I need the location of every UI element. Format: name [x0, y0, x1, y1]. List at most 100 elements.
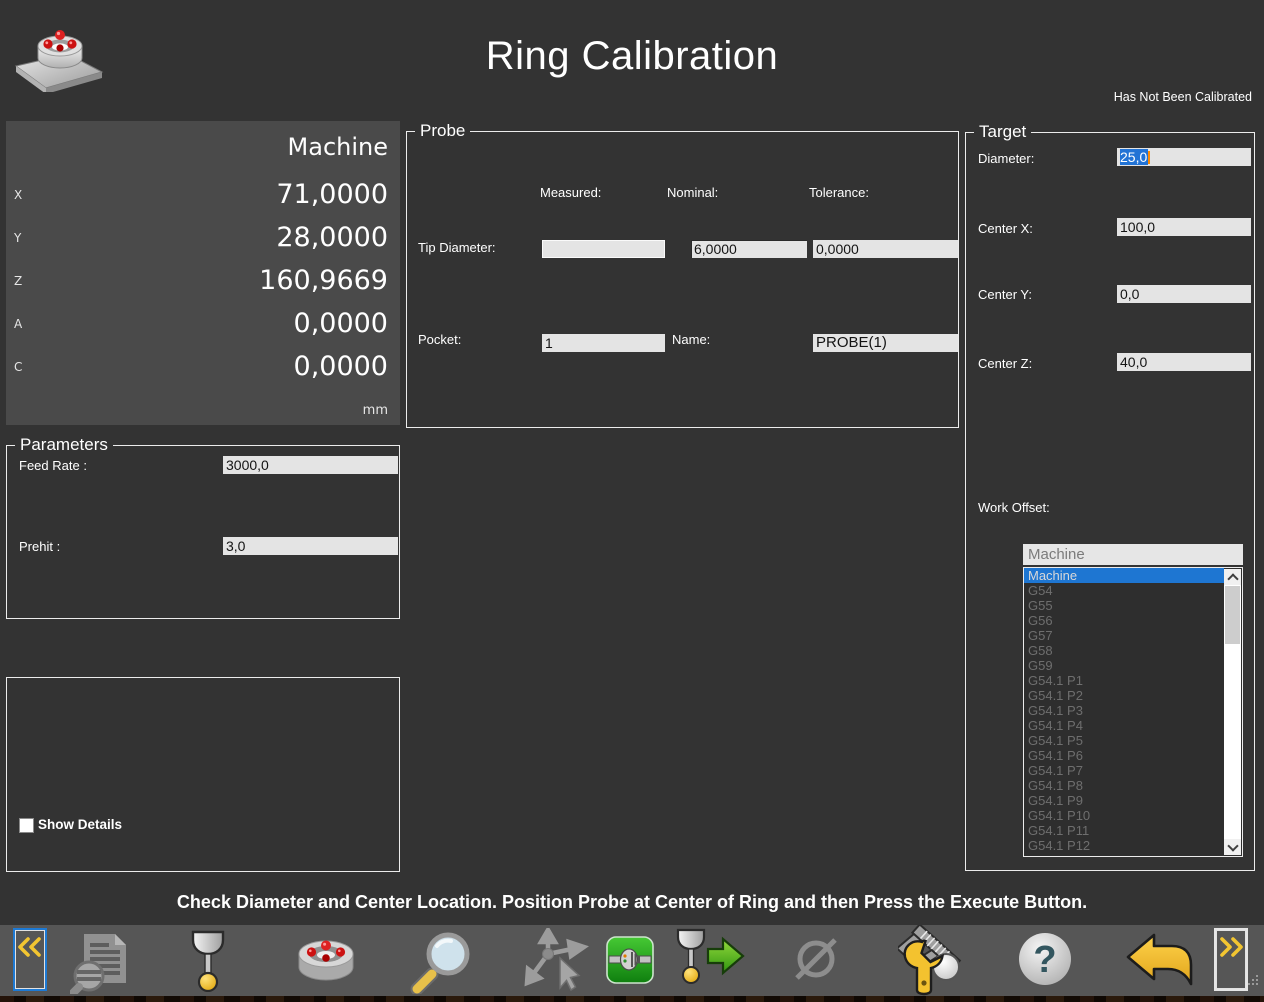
work-offset-option[interactable]: G54.1 P5 [1024, 733, 1224, 748]
document-search-icon [70, 932, 130, 994]
back-arrow-icon [1124, 931, 1194, 987]
axis-label: X [14, 188, 22, 202]
work-offset-option[interactable]: G54.1 P1 [1024, 673, 1224, 688]
ring-calibration-window: Ring Calibration Has Not Been Calibrated… [0, 0, 1264, 1002]
scroll-down-icon[interactable] [1224, 839, 1241, 855]
work-offset-option[interactable]: G54.1 P10 [1024, 808, 1224, 823]
work-offset-option[interactable]: G54.1 P3 [1024, 703, 1224, 718]
dro-axis-list: X 71,0000 Y 28,0000 Z 160,9669 A 0,0000 [6, 173, 400, 388]
report-view-button[interactable] [70, 932, 130, 999]
center-z-field[interactable]: 40,0 [1117, 353, 1251, 371]
work-offset-option[interactable]: G55 [1024, 598, 1224, 613]
probe-group: Probe Measured: Nominal: Tolerance: Tip … [406, 131, 959, 428]
desktop-strip [0, 996, 1264, 1002]
work-offset-option[interactable]: G58 [1024, 643, 1224, 658]
tip-diameter-nominal-field[interactable]: 6,0000 [691, 240, 807, 258]
dro-axis-row: C 0,0000 [6, 345, 400, 388]
work-offset-option[interactable]: G54.1 P4 [1024, 718, 1224, 733]
tip-diameter-tolerance-field[interactable]: 0,0000 [813, 240, 958, 258]
scrollbar-thumb[interactable] [1225, 586, 1240, 644]
details-panel: Show Details [6, 677, 400, 872]
help-button[interactable]: ? [1016, 930, 1074, 993]
work-offset-option[interactable]: G54.1 P8 [1024, 778, 1224, 793]
diameter-symbol-button[interactable] [788, 928, 846, 991]
touch-probe-icon [186, 930, 230, 992]
center-y-field[interactable]: 0,0 [1117, 285, 1251, 303]
work-offset-option[interactable]: Machine [1024, 568, 1224, 583]
page-previous-button[interactable] [13, 928, 47, 991]
diameter-symbol-icon [788, 928, 846, 986]
connector-plug-icon [606, 936, 654, 984]
prehit-label: Prehit : [19, 539, 60, 554]
probe-deploy-button[interactable] [672, 928, 746, 995]
calibration-status-text: Has Not Been Calibrated [1114, 90, 1252, 104]
work-offset-scrollbar[interactable] [1224, 569, 1241, 855]
dro-coordinate-system: Machine [6, 121, 400, 161]
work-offset-option[interactable]: G54 [1024, 583, 1224, 598]
jog-arrows-icon [520, 928, 590, 992]
dro-axis-row: Z 160,9669 [6, 259, 400, 302]
status-message: Check Diameter and Center Location. Posi… [0, 892, 1264, 913]
zoom-search-button[interactable] [410, 928, 474, 999]
probe-button[interactable] [186, 930, 230, 997]
work-offset-option[interactable]: G54.1 P7 [1024, 763, 1224, 778]
double-chevron-right-icon [1218, 937, 1244, 957]
probe-name-label: Name: [672, 332, 710, 347]
tolerance-column-header: Tolerance: [809, 185, 869, 200]
tool-setter-button[interactable] [898, 925, 972, 1001]
work-offset-label: Work Offset: [978, 500, 1050, 515]
ring-gauge-icon [295, 934, 357, 988]
axis-value: 0,0000 [294, 308, 388, 339]
dro-axis-row: A 0,0000 [6, 302, 400, 345]
axis-value: 71,0000 [276, 179, 388, 210]
selected-text: 25,0 [1120, 149, 1148, 165]
work-offset-option[interactable]: G54.1 P2 [1024, 688, 1224, 703]
probe-connect-button[interactable] [606, 936, 654, 989]
double-chevron-left-icon [17, 937, 43, 957]
page-title: Ring Calibration [0, 34, 1264, 79]
diameter-label: Diameter: [978, 151, 1034, 166]
page-next-button[interactable] [1214, 928, 1248, 991]
work-offset-combo[interactable]: Machine [1023, 544, 1243, 565]
work-offset-option[interactable]: G56 [1024, 613, 1224, 628]
back-button[interactable] [1124, 931, 1194, 992]
scroll-up-icon[interactable] [1224, 569, 1241, 585]
probe-name-field[interactable]: PROBE(1) [813, 334, 958, 352]
text-caret [1148, 151, 1150, 164]
work-offset-option[interactable]: G54.1 P6 [1024, 748, 1224, 763]
prehit-field[interactable]: 3,0 [223, 537, 398, 555]
pocket-field[interactable]: 1 [542, 334, 665, 352]
toolbar: ? [0, 925, 1264, 996]
tip-diameter-measured-field[interactable] [542, 240, 665, 258]
center-x-field[interactable]: 100,0 [1117, 218, 1251, 236]
dro-axis-row: Y 28,0000 [6, 216, 400, 259]
axis-label: Z [14, 274, 22, 288]
jog-axes-button[interactable] [520, 928, 590, 997]
question-mark-icon: ? [1016, 930, 1074, 988]
feed-rate-field[interactable]: 3000,0 [223, 456, 398, 474]
axis-value: 0,0000 [294, 351, 388, 382]
measured-column-header: Measured: [540, 185, 601, 200]
show-details-checkbox[interactable] [19, 818, 34, 833]
dro-panel: Machine X 71,0000 Y 28,0000 Z 160,9669 [6, 121, 400, 425]
nominal-column-header: Nominal: [667, 185, 718, 200]
parameters-group: Parameters Feed Rate : 3000,0 Prehit : 3… [6, 445, 400, 619]
work-offset-option[interactable]: G54.1 P9 [1024, 793, 1224, 808]
diameter-field[interactable]: 25,0 [1117, 148, 1251, 166]
work-offset-option[interactable]: G59 [1024, 658, 1224, 673]
target-group-title: Target [974, 122, 1031, 142]
axis-label: C [14, 360, 22, 374]
show-details-label: Show Details [38, 817, 122, 832]
parameters-group-title: Parameters [15, 435, 113, 455]
work-offset-list[interactable]: Machine G54 G55 G56 G57 G58 G59 G54.1 P1… [1023, 567, 1243, 857]
probe-group-title: Probe [415, 121, 470, 141]
ring-gauge-button[interactable] [295, 934, 357, 993]
work-offset-option[interactable]: G57 [1024, 628, 1224, 643]
work-offset-option[interactable]: G54.1 P11 [1024, 823, 1224, 838]
work-offset-option[interactable]: G54.1 P12 [1024, 838, 1224, 853]
axis-value: 28,0000 [276, 222, 388, 253]
resize-grip-icon[interactable] [1248, 983, 1250, 985]
dro-units: mm [363, 403, 388, 418]
axis-label: A [14, 317, 22, 331]
pocket-label: Pocket: [418, 332, 461, 347]
